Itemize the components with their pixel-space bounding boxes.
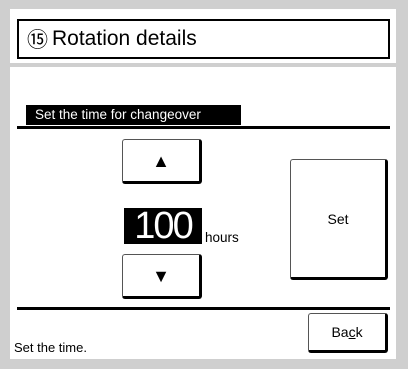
title-separator: [10, 63, 396, 67]
hours-value: 100: [124, 207, 202, 245]
page-title-text: Rotation details: [52, 27, 197, 50]
back-button-label: Back: [331, 324, 363, 340]
screen-number: ⑮: [27, 29, 48, 52]
status-message: Set the time.: [14, 340, 87, 355]
increase-button[interactable]: ▲: [122, 139, 202, 184]
section-label: Set the time for changeover: [26, 105, 241, 125]
down-arrow-icon: ▼: [152, 265, 170, 286]
page-title: ⑮ Rotation details: [17, 19, 390, 59]
set-button-label: Set: [327, 210, 349, 227]
main-panel: ⑮ Rotation details Set the time for chan…: [10, 9, 396, 359]
set-button[interactable]: Set: [290, 159, 388, 280]
up-arrow-icon: ▲: [152, 150, 170, 171]
divider-top: [17, 126, 390, 129]
hours-unit-label: hours: [205, 230, 239, 245]
divider-bottom: [17, 307, 390, 310]
back-button[interactable]: Back: [308, 313, 388, 353]
decrease-button[interactable]: ▼: [122, 254, 202, 299]
